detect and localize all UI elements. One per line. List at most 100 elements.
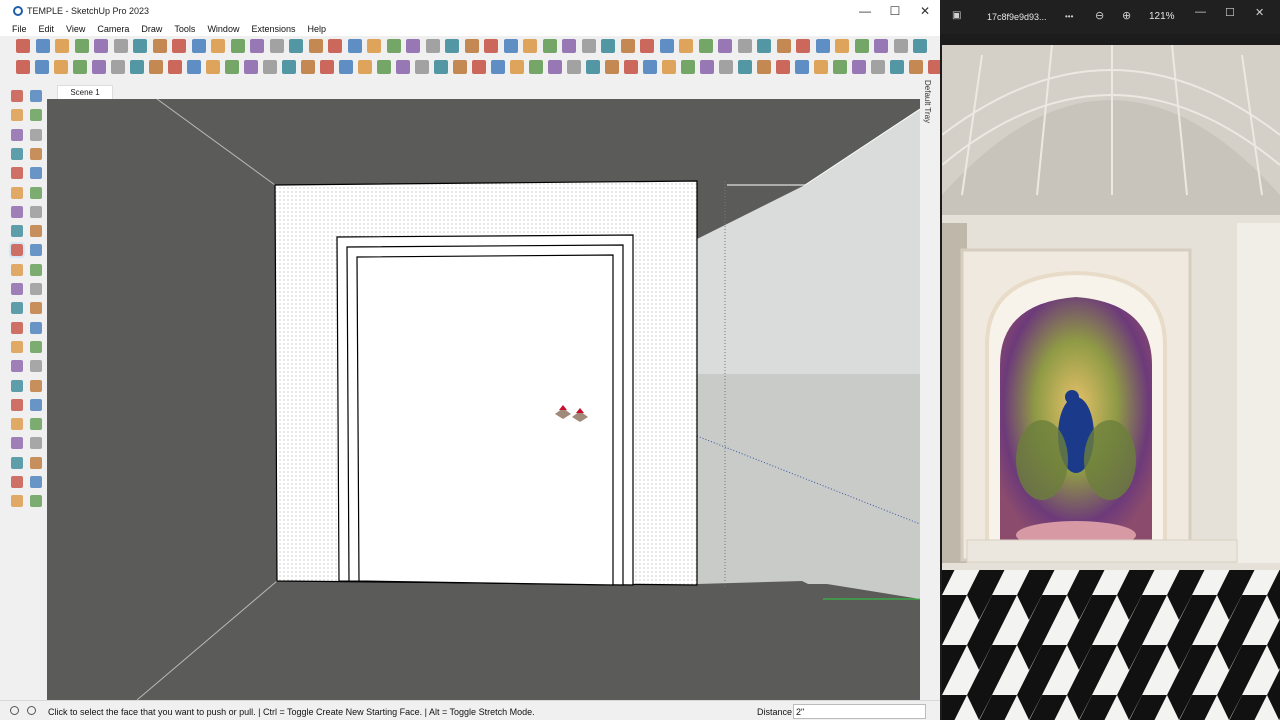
menu-window[interactable]: Window bbox=[207, 24, 239, 34]
push-pull-tool-icon[interactable] bbox=[9, 242, 25, 258]
toolbar1-tool-icon-36[interactable] bbox=[699, 39, 713, 53]
toolbar2-tool-icon-22[interactable] bbox=[415, 60, 429, 74]
viewer-maximize-button[interactable]: ☐ bbox=[1225, 6, 1235, 19]
toolbar1-tool-icon-45[interactable] bbox=[874, 39, 888, 53]
palette-tool-icon-25[interactable] bbox=[11, 322, 23, 334]
toolbar2-tool-icon-28[interactable] bbox=[529, 60, 543, 74]
toolbar2-tool-icon-39[interactable] bbox=[738, 60, 752, 74]
toolbar1-tool-icon-5[interactable] bbox=[94, 39, 108, 53]
toolbar2-tool-icon-33[interactable] bbox=[624, 60, 638, 74]
toolbar1-tool-icon-41[interactable] bbox=[796, 39, 810, 53]
modeling-viewport[interactable] bbox=[47, 99, 920, 700]
palette-tool-icon-11[interactable] bbox=[11, 187, 23, 199]
toolbar2-tool-icon-8[interactable] bbox=[149, 60, 163, 74]
minimize-button[interactable]: — bbox=[850, 0, 880, 21]
palette-tool-icon-41[interactable] bbox=[11, 476, 23, 488]
palette-tool-icon-23[interactable] bbox=[11, 302, 23, 314]
toolbar2-tool-icon-38[interactable] bbox=[719, 60, 733, 74]
info-icon[interactable] bbox=[27, 706, 36, 715]
palette-tool-icon-32[interactable] bbox=[30, 380, 42, 392]
toolbar2-tool-icon-19[interactable] bbox=[358, 60, 372, 74]
default-tray-collapsed[interactable]: Default Tray bbox=[920, 78, 940, 700]
palette-tool-icon-42[interactable] bbox=[30, 476, 42, 488]
arch-opening-face[interactable] bbox=[356, 254, 614, 586]
toolbar1-tool-icon-40[interactable] bbox=[777, 39, 791, 53]
toolbar1-tool-icon-8[interactable] bbox=[153, 39, 167, 53]
toolbar2-tool-icon-16[interactable] bbox=[301, 60, 315, 74]
menu-camera[interactable]: Camera bbox=[97, 24, 129, 34]
toolbar1-tool-icon-13[interactable] bbox=[250, 39, 264, 53]
more-options-button[interactable]: ••• bbox=[1065, 12, 1073, 21]
toolbar1-tool-icon-22[interactable] bbox=[426, 39, 440, 53]
toolbar1-tool-icon-27[interactable] bbox=[523, 39, 537, 53]
toolbar1-tool-icon-16[interactable] bbox=[309, 39, 323, 53]
toolbar1-tool-icon-32[interactable] bbox=[621, 39, 635, 53]
menu-help[interactable]: Help bbox=[307, 24, 326, 34]
toolbar1-tool-icon-43[interactable] bbox=[835, 39, 849, 53]
palette-tool-icon-8[interactable] bbox=[30, 148, 42, 160]
toolbar2-tool-icon-9[interactable] bbox=[168, 60, 182, 74]
toolbar1-tool-icon-21[interactable] bbox=[406, 39, 420, 53]
toolbar2-tool-icon-36[interactable] bbox=[681, 60, 695, 74]
palette-tool-icon-26[interactable] bbox=[30, 322, 42, 334]
toolbar1-tool-icon-39[interactable] bbox=[757, 39, 771, 53]
menu-file[interactable]: File bbox=[12, 24, 27, 34]
toolbar2-tool-icon-1[interactable] bbox=[16, 60, 30, 74]
toolbar1-tool-icon-1[interactable] bbox=[16, 39, 30, 53]
palette-tool-icon-7[interactable] bbox=[11, 148, 23, 160]
toolbar2-tool-icon-24[interactable] bbox=[453, 60, 467, 74]
toolbar1-tool-icon-33[interactable] bbox=[640, 39, 654, 53]
toolbar2-tool-icon-45[interactable] bbox=[852, 60, 866, 74]
palette-tool-icon-36[interactable] bbox=[30, 418, 42, 430]
toolbar1-tool-icon-34[interactable] bbox=[660, 39, 674, 53]
toolbar2-tool-icon-25[interactable] bbox=[472, 60, 486, 74]
toolbar1-tool-icon-24[interactable] bbox=[465, 39, 479, 53]
close-button[interactable]: ✕ bbox=[910, 0, 940, 21]
menu-extensions[interactable]: Extensions bbox=[251, 24, 295, 34]
toolbar2-tool-icon-14[interactable] bbox=[263, 60, 277, 74]
toolbar1-tool-icon-35[interactable] bbox=[679, 39, 693, 53]
toolbar1-tool-icon-11[interactable] bbox=[211, 39, 225, 53]
toolbar2-tool-icon-27[interactable] bbox=[510, 60, 524, 74]
toolbar2-tool-icon-41[interactable] bbox=[776, 60, 790, 74]
toolbar2-tool-icon-12[interactable] bbox=[225, 60, 239, 74]
toolbar2-tool-icon-15[interactable] bbox=[282, 60, 296, 74]
toolbar2-tool-icon-35[interactable] bbox=[662, 60, 676, 74]
toolbar2-tool-icon-26[interactable] bbox=[491, 60, 505, 74]
palette-tool-icon-21[interactable] bbox=[11, 283, 23, 295]
toolbar1-tool-icon-28[interactable] bbox=[543, 39, 557, 53]
toolbar2-tool-icon-29[interactable] bbox=[548, 60, 562, 74]
palette-tool-icon-15[interactable] bbox=[11, 225, 23, 237]
toolbar1-tool-icon-4[interactable] bbox=[75, 39, 89, 53]
palette-tool-icon-4[interactable] bbox=[30, 109, 42, 121]
toolbar1-tool-icon-47[interactable] bbox=[913, 39, 927, 53]
palette-tool-icon-6[interactable] bbox=[30, 129, 42, 141]
toolbar1-tool-icon-17[interactable] bbox=[328, 39, 342, 53]
toolbar1-tool-icon-46[interactable] bbox=[894, 39, 908, 53]
palette-tool-icon-12[interactable] bbox=[30, 187, 42, 199]
palette-tool-icon-18[interactable] bbox=[30, 244, 42, 256]
zoom-out-button[interactable]: ⊖ bbox=[1095, 9, 1104, 22]
toolbar1-tool-icon-6[interactable] bbox=[114, 39, 128, 53]
toolbar2-tool-icon-44[interactable] bbox=[833, 60, 847, 74]
palette-tool-icon-35[interactable] bbox=[11, 418, 23, 430]
toolbar1-tool-icon-14[interactable] bbox=[270, 39, 284, 53]
toolbar1-tool-icon-18[interactable] bbox=[348, 39, 362, 53]
toolbar1-tool-icon-9[interactable] bbox=[172, 39, 186, 53]
toolbar2-tool-icon-4[interactable] bbox=[73, 60, 87, 74]
toolbar2-tool-icon-21[interactable] bbox=[396, 60, 410, 74]
toolbar1-tool-icon-12[interactable] bbox=[231, 39, 245, 53]
toolbar1-tool-icon-7[interactable] bbox=[133, 39, 147, 53]
palette-tool-icon-10[interactable] bbox=[30, 167, 42, 179]
toolbar2-tool-icon-40[interactable] bbox=[757, 60, 771, 74]
zoom-in-button[interactable]: ⊕ bbox=[1122, 9, 1131, 22]
geo-location-icon[interactable] bbox=[10, 706, 19, 715]
toolbar2-tool-icon-18[interactable] bbox=[339, 60, 353, 74]
palette-tool-icon-24[interactable] bbox=[30, 302, 42, 314]
palette-tool-icon-1[interactable] bbox=[11, 90, 23, 102]
palette-tool-icon-20[interactable] bbox=[30, 264, 42, 276]
palette-tool-icon-22[interactable] bbox=[30, 283, 42, 295]
menu-draw[interactable]: Draw bbox=[141, 24, 162, 34]
toolbar2-tool-icon-13[interactable] bbox=[244, 60, 258, 74]
palette-tool-icon-5[interactable] bbox=[11, 129, 23, 141]
